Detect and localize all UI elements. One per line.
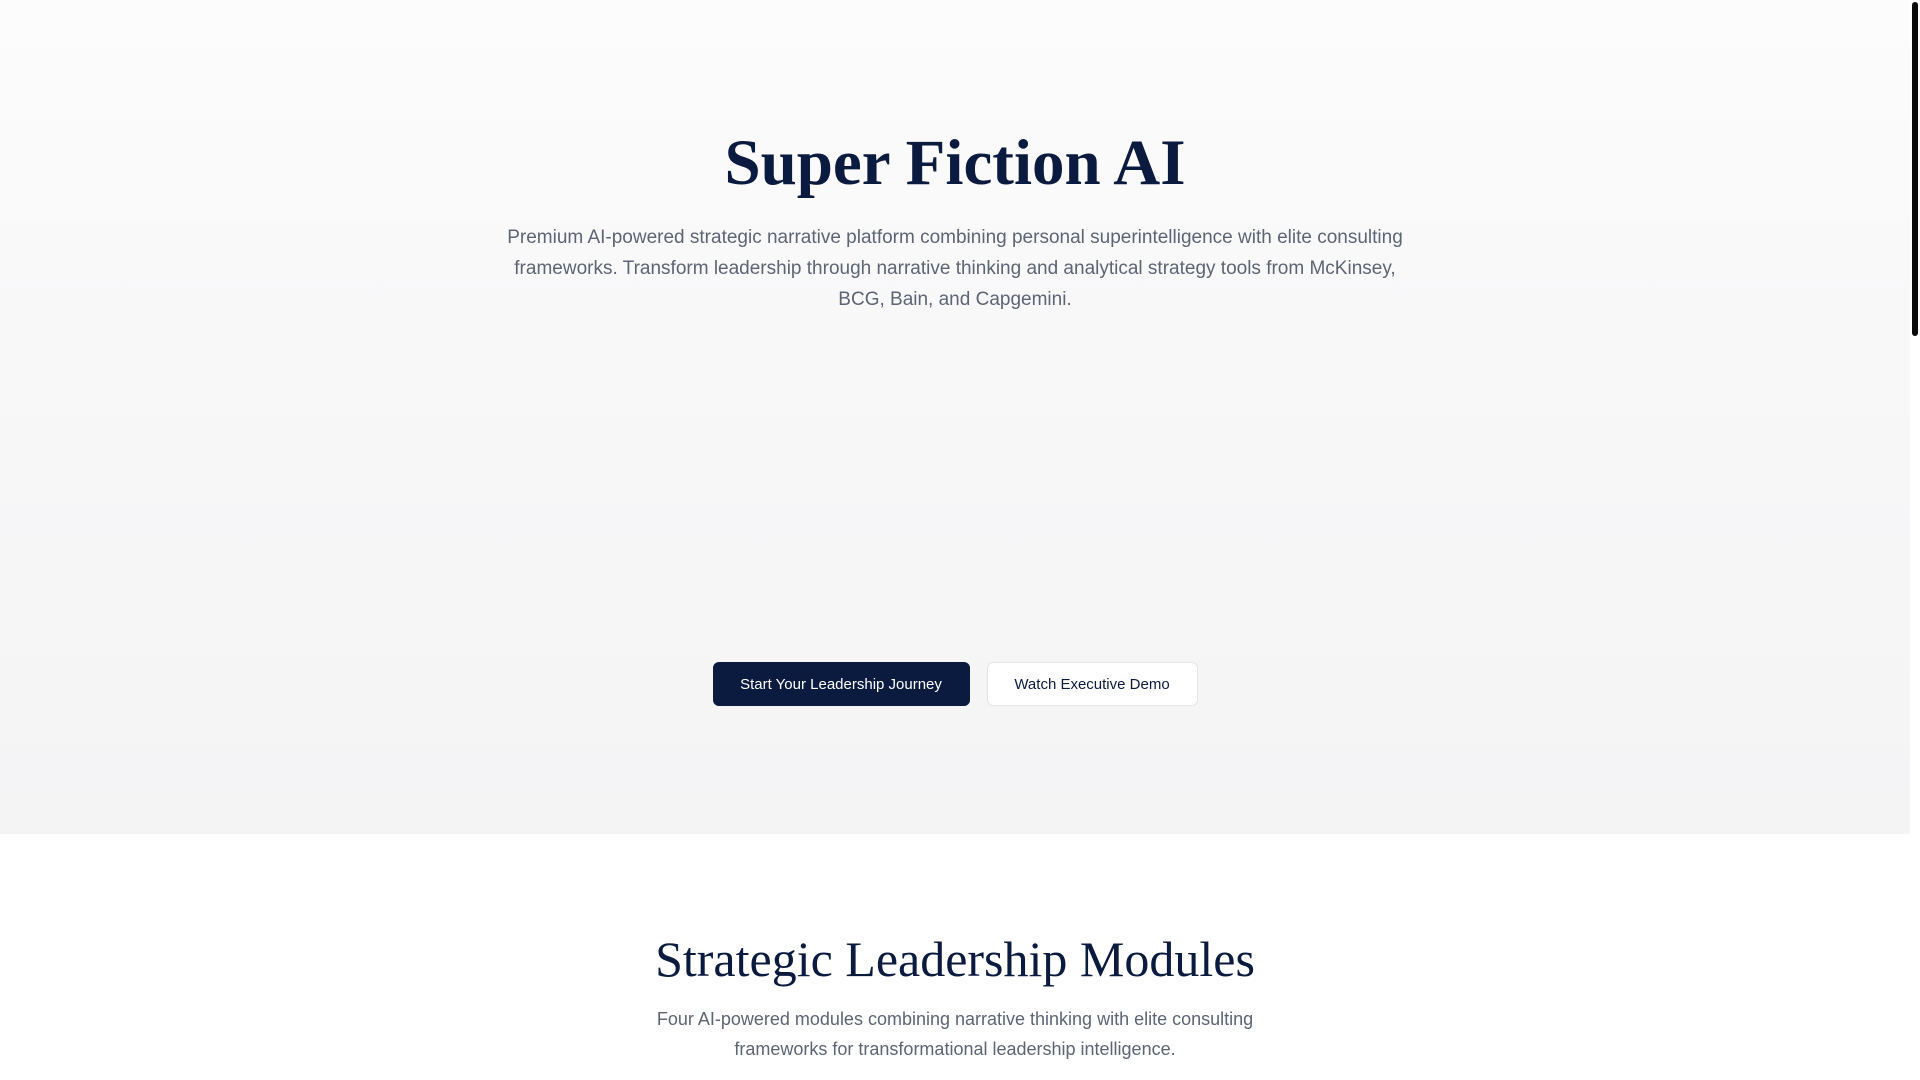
page-viewport: Super Fiction AI Premium AI-powered stra… [0, 0, 1910, 1080]
watch-executive-demo-button[interactable]: Watch Executive Demo [986, 662, 1198, 706]
scrollbar-thumb[interactable] [1912, 2, 1918, 336]
hero-section: Super Fiction AI Premium AI-powered stra… [0, 0, 1910, 834]
hero-cta-group: Start Your Leadership Journey Watch Exec… [0, 662, 1910, 706]
start-leadership-journey-button[interactable]: Start Your Leadership Journey [712, 662, 970, 706]
modules-section-subtitle: Four AI-powered modules combining narrat… [656, 1009, 1254, 1059]
vertical-scrollbar[interactable] [1910, 0, 1920, 1080]
page: Super Fiction AI Premium AI-powered stra… [0, 0, 1920, 1080]
modules-section-title: Strategic Leadership Modules [655, 931, 1255, 987]
hero-title: Super Fiction AI [724, 127, 1186, 199]
hero-subtitle: Premium AI-powered strategic narrative p… [507, 227, 1403, 310]
